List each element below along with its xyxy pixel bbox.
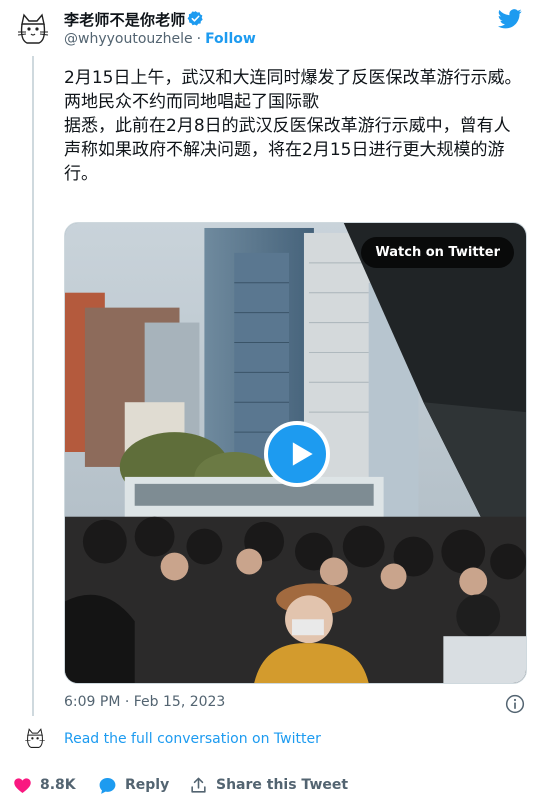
reply-label: Reply <box>125 777 170 793</box>
author-avatar[interactable] <box>13 10 53 50</box>
reply-button[interactable]: Reply <box>98 774 169 796</box>
twitter-bird-icon[interactable] <box>498 9 522 29</box>
verified-badge-icon <box>187 11 203 26</box>
share-label: Share this Tweet <box>216 777 349 793</box>
info-icon[interactable] <box>505 694 525 714</box>
heart-icon <box>14 777 31 793</box>
share-upload-icon <box>191 777 206 793</box>
like-button[interactable]: 8.8K <box>13 774 76 796</box>
author-handle[interactable]: @whyyoutouzhele <box>64 31 193 47</box>
play-icon <box>292 442 313 466</box>
share-button[interactable]: Share this Tweet <box>189 774 348 796</box>
video-player[interactable]: Watch on Twitter <box>64 222 527 684</box>
author-handle-row: @whyyoutouzhele · Follow <box>64 31 256 47</box>
conversation-avatar <box>22 726 48 752</box>
cat-avatar-icon <box>13 10 53 50</box>
cat-avatar-icon <box>22 726 48 752</box>
thread-line <box>32 56 34 716</box>
play-button[interactable] <box>264 421 330 487</box>
author-display-name[interactable]: 李老师不是你老师 <box>64 9 186 30</box>
read-conversation-link[interactable]: Read the full conversation on Twitter <box>64 731 321 747</box>
watch-on-twitter-button[interactable]: Watch on Twitter <box>361 237 514 268</box>
tweet-timestamp[interactable]: 6:09 PM · Feb 15, 2023 <box>64 694 225 710</box>
tweet-text: 2月15日上午，武汉和大连同时爆发了反医保改革游行示威。 两地民众不约而同地唱起… <box>64 68 522 184</box>
speech-bubble-icon <box>99 777 116 794</box>
like-count: 8.8K <box>40 777 76 793</box>
handle-separator: · <box>196 31 202 47</box>
follow-link[interactable]: Follow <box>205 31 256 47</box>
